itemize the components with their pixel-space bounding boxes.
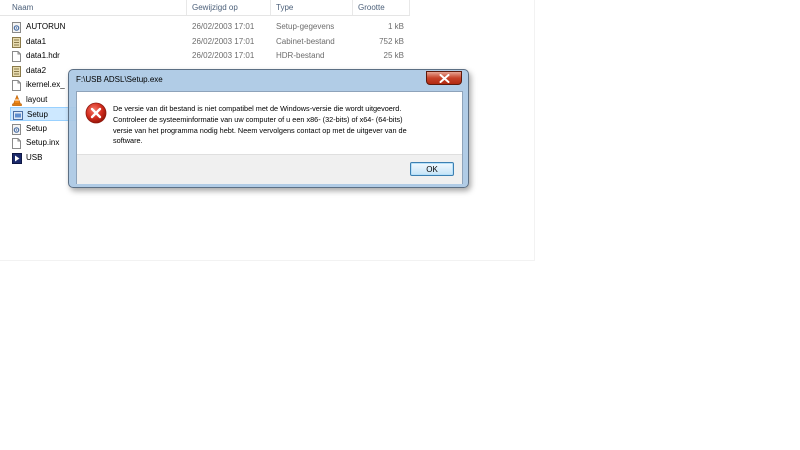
file-type: Setup-gegevens (276, 22, 335, 31)
file-row[interactable]: data1.hdr 26/02/2003 17:01 HDR-bestand 25 k… (0, 49, 410, 63)
file-row[interactable]: data1 26/02/2003 17:01 Cabinet-bestand 752 … (0, 35, 410, 49)
close-icon (439, 74, 450, 83)
error-icon (85, 102, 107, 124)
setup-app-icon (13, 110, 23, 121)
error-dialog: F:\USB ADSL\Setup.exe De versie van dit … (68, 69, 469, 188)
settings-file-icon (12, 22, 22, 33)
error-message: De versie van dit bestand is niet compat… (113, 104, 453, 147)
file-name: ikernel.ex_ (26, 80, 65, 89)
file-date: 26/02/2003 17:01 (192, 22, 255, 31)
error-message-line: software. (113, 136, 143, 146)
column-header-name[interactable]: Naam (12, 3, 33, 12)
file-name: AUTORUN (26, 22, 66, 31)
column-header-date[interactable]: Gewijzigd op (192, 3, 238, 12)
file-name: data1.hdr (26, 51, 60, 60)
error-message-line: Controleer de systeeminformatie van uw c… (113, 114, 403, 124)
file-date: 26/02/2003 17:01 (192, 36, 255, 46)
cabinet-file-icon (12, 65, 22, 77)
file-name: data2 (26, 65, 47, 75)
column-header-size[interactable]: Grootte (358, 3, 385, 12)
close-button[interactable] (426, 71, 462, 85)
blank-file-icon (12, 138, 22, 149)
file-type: Cabinet-bestand (276, 36, 335, 46)
file-name: layout (26, 94, 48, 104)
file-type: HDR-bestand (276, 51, 325, 60)
blank-file-icon (12, 80, 22, 91)
file-size: 1 kB (387, 22, 404, 31)
file-size: 25 kB (383, 51, 404, 60)
settings-file-icon (12, 123, 22, 135)
file-name: Setup.inx (26, 138, 60, 147)
file-date: 26/02/2003 17:01 (192, 51, 255, 60)
cabinet-file-icon (12, 36, 22, 48)
dialog-body: De versie van dit bestand is niet compat… (76, 91, 463, 184)
column-header-type[interactable]: Type (276, 3, 293, 12)
file-name: Setup (27, 110, 48, 119)
file-name: USB (26, 152, 43, 162)
error-message-line: De versie van dit bestand is niet compat… (113, 104, 402, 113)
button-bar: OK (77, 154, 462, 184)
file-name: data1 (26, 36, 47, 46)
column-headers: Naam Gewijzigd op Type Grootte (0, 0, 410, 16)
file-size: 752 kB (379, 36, 404, 46)
ok-button[interactable]: OK (410, 162, 454, 176)
blank-file-icon (12, 51, 22, 62)
error-message-line: versie van het programma nodig hebt. Nee… (113, 125, 407, 135)
file-name: Setup (26, 123, 47, 133)
play-shortcut-icon (12, 152, 22, 164)
dialog-title: F:\USB ADSL\Setup.exe (76, 75, 163, 84)
vlc-cone-icon (12, 94, 22, 106)
message-area: De versie van dit bestand is niet compat… (77, 92, 462, 154)
file-row[interactable]: AUTORUN 26/02/2003 17:01 Setup-gegevens 1 k… (0, 20, 410, 34)
